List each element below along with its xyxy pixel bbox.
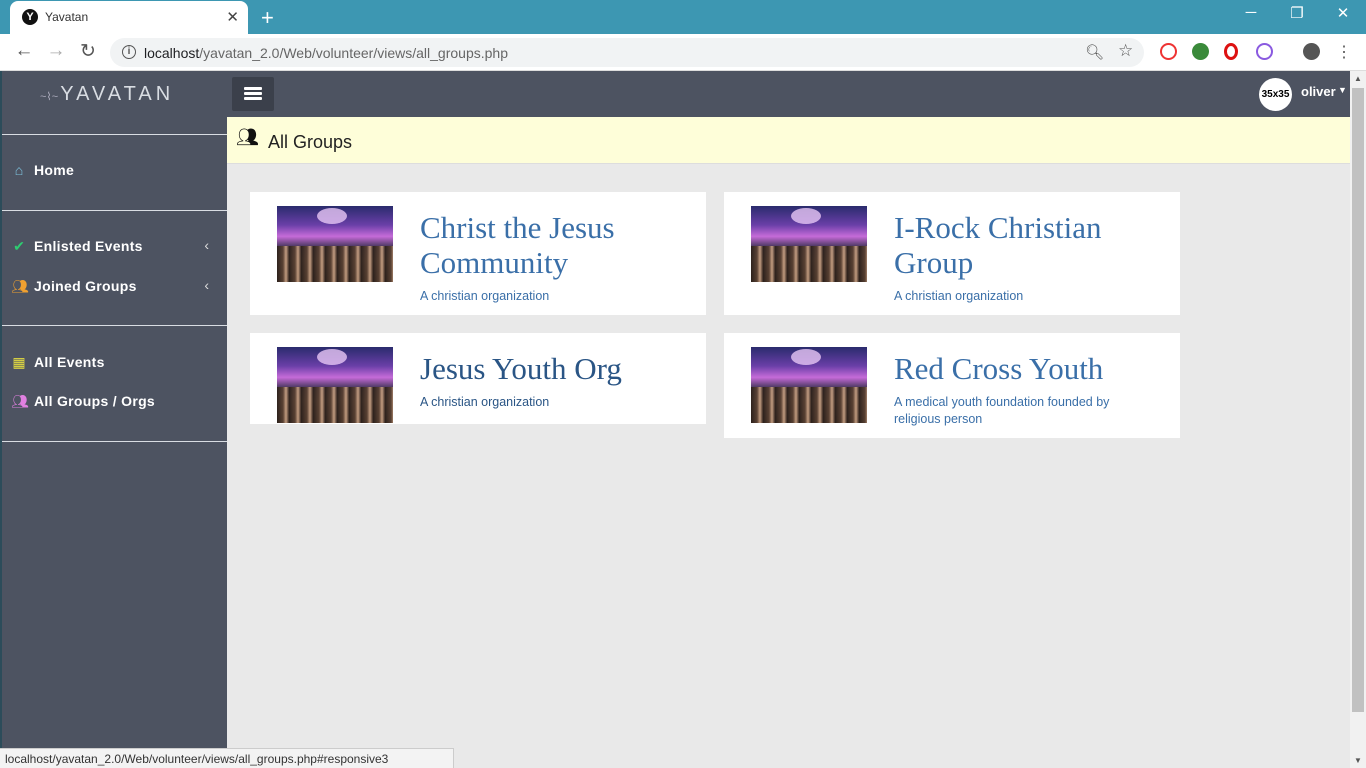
hamburger-line bbox=[244, 87, 262, 90]
group-description[interactable]: A christian organization bbox=[420, 394, 660, 411]
sidebar-divider bbox=[2, 210, 227, 211]
group-card[interactable]: Red Cross Youth A medical youth foundati… bbox=[724, 333, 1180, 438]
status-url: localhost/yavatan_2.0/Web/volunteer/view… bbox=[5, 752, 389, 766]
group-description[interactable]: A christian organization bbox=[420, 288, 660, 305]
window-close-icon[interactable]: ✕ bbox=[1328, 4, 1358, 22]
logo-text: YAVATAN bbox=[60, 83, 175, 105]
browser-tab[interactable]: Y Yavatan ✕ bbox=[10, 1, 248, 34]
reload-icon[interactable]: ↻ bbox=[76, 40, 100, 63]
new-tab-icon[interactable]: + bbox=[261, 5, 274, 31]
group-card[interactable]: Jesus Youth Org A christian organization bbox=[250, 333, 706, 424]
hamburger-line bbox=[244, 97, 262, 100]
crowd bbox=[751, 246, 867, 282]
forward-icon[interactable]: → bbox=[44, 40, 68, 62]
group-card[interactable]: I-Rock Christian Group A christian organ… bbox=[724, 192, 1180, 315]
stage-light bbox=[791, 349, 821, 365]
minimize-icon[interactable]: ─ bbox=[1236, 4, 1266, 21]
group-image[interactable] bbox=[277, 347, 393, 423]
calendar-icon: ▦ bbox=[12, 354, 26, 370]
sidebar-item-all-groups[interactable]: 👥︎ All Groups / Orgs bbox=[2, 387, 227, 417]
sidebar-item-all-events[interactable]: ▦ All Events bbox=[2, 348, 227, 378]
page-title: All Groups bbox=[268, 132, 353, 152]
address-url[interactable]: localhost/yavatan_2.0/Web/volunteer/view… bbox=[144, 45, 508, 61]
sidebar-item-home[interactable]: ⌂ Home bbox=[2, 156, 227, 186]
sidebar-divider bbox=[2, 134, 227, 135]
groups-icon: 👥︎ bbox=[236, 127, 259, 147]
url-host: localhost bbox=[144, 45, 200, 61]
browser-toolbar: ← → ↻ i localhost/yavatan_2.0/Web/volunt… bbox=[0, 34, 1366, 71]
url-path: /yavatan_2.0/Web/volunteer/views/all_gro… bbox=[199, 45, 508, 61]
extension-icon[interactable] bbox=[1160, 43, 1177, 60]
home-icon: ⌂ bbox=[14, 162, 24, 178]
extension-icon[interactable] bbox=[1192, 43, 1209, 60]
scroll-down-icon[interactable]: ▼ bbox=[1354, 756, 1362, 765]
browser-status-bar: localhost/yavatan_2.0/Web/volunteer/view… bbox=[0, 748, 454, 768]
zoom-icon[interactable]: 🔍︎ bbox=[1085, 43, 1104, 61]
groups-icon: 👥︎ bbox=[11, 393, 29, 409]
bookmark-star-icon[interactable]: ☆ bbox=[1118, 41, 1133, 61]
page-scrollbar[interactable]: ▲ ▼ bbox=[1350, 71, 1366, 768]
sidebar-item-label: Home bbox=[34, 162, 75, 178]
group-image[interactable] bbox=[751, 347, 867, 423]
logo-mark-icon: ~⌇~ bbox=[40, 91, 59, 103]
hamburger-line bbox=[244, 92, 262, 95]
tab-title: Yavatan bbox=[45, 10, 89, 24]
crowd bbox=[277, 387, 393, 423]
scroll-up-icon[interactable]: ▲ bbox=[1354, 74, 1362, 83]
sidebar-divider bbox=[2, 325, 227, 326]
sidebar-item-label: Joined Groups bbox=[34, 278, 137, 294]
group-title[interactable]: Jesus Youth Org bbox=[420, 351, 690, 386]
user-menu[interactable]: oliver bbox=[1301, 84, 1336, 99]
app-topbar: 35x35 oliver ▼ bbox=[227, 71, 1350, 117]
sidebar-item-enlisted-events[interactable]: ✔ Enlisted Events ‹ bbox=[2, 232, 227, 262]
page-header: 👥︎ All Groups bbox=[227, 117, 1350, 164]
scroll-thumb[interactable] bbox=[1352, 88, 1364, 712]
stage-light bbox=[791, 208, 821, 224]
stage-light bbox=[317, 349, 347, 365]
opera-icon[interactable] bbox=[1224, 43, 1238, 60]
group-image[interactable] bbox=[277, 206, 393, 282]
address-bar[interactable]: i localhost/yavatan_2.0/Web/volunteer/vi… bbox=[110, 38, 1144, 67]
group-image[interactable] bbox=[751, 206, 867, 282]
sidebar-divider bbox=[2, 441, 227, 442]
group-title[interactable]: Red Cross Youth bbox=[894, 351, 1164, 386]
sidebar: ~⌇~ YAVATAN ⌂ Home ✔ Enlisted Events ‹ 👥︎… bbox=[0, 71, 227, 768]
stage-light bbox=[317, 208, 347, 224]
group-description[interactable]: A medical youth foundation founded by re… bbox=[894, 394, 1129, 428]
sidebar-item-joined-groups[interactable]: 👥︎ Joined Groups ‹ bbox=[2, 272, 227, 302]
crowd bbox=[277, 246, 393, 282]
avatar[interactable]: 35x35 bbox=[1259, 78, 1292, 111]
yavatan-favicon-icon: Y bbox=[22, 9, 38, 25]
chevron-left-icon: ‹ bbox=[204, 277, 209, 293]
group-title[interactable]: I-Rock Christian Group bbox=[894, 210, 1164, 280]
browser-menu-icon[interactable]: ⋮ bbox=[1332, 42, 1356, 62]
caret-down-icon[interactable]: ▼ bbox=[1338, 85, 1347, 95]
groups-icon: 👥︎ bbox=[11, 278, 29, 294]
group-card[interactable]: Christ the Jesus Community A christian o… bbox=[250, 192, 706, 315]
crowd bbox=[751, 387, 867, 423]
sidebar-item-label: All Groups / Orgs bbox=[34, 393, 156, 409]
browser-titlebar: Y Yavatan ✕ + ─ ❐ ✕ bbox=[0, 0, 1366, 34]
sidebar-item-label: All Events bbox=[34, 354, 105, 370]
chevron-left-icon: ‹ bbox=[204, 237, 209, 253]
menu-toggle-button[interactable] bbox=[232, 77, 274, 111]
check-icon: ✔ bbox=[13, 238, 25, 254]
app-logo[interactable]: ~⌇~ YAVATAN bbox=[40, 83, 174, 106]
tab-close-icon[interactable]: ✕ bbox=[226, 8, 239, 26]
group-title[interactable]: Christ the Jesus Community bbox=[420, 210, 690, 280]
sidebar-item-label: Enlisted Events bbox=[34, 238, 143, 254]
site-info-icon[interactable]: i bbox=[122, 45, 136, 59]
restore-icon[interactable]: ❐ bbox=[1282, 4, 1312, 22]
extension-icon[interactable] bbox=[1256, 43, 1273, 60]
back-icon[interactable]: ← bbox=[12, 40, 36, 62]
profile-icon[interactable] bbox=[1303, 43, 1320, 60]
group-description[interactable]: A christian organization bbox=[894, 288, 1134, 305]
